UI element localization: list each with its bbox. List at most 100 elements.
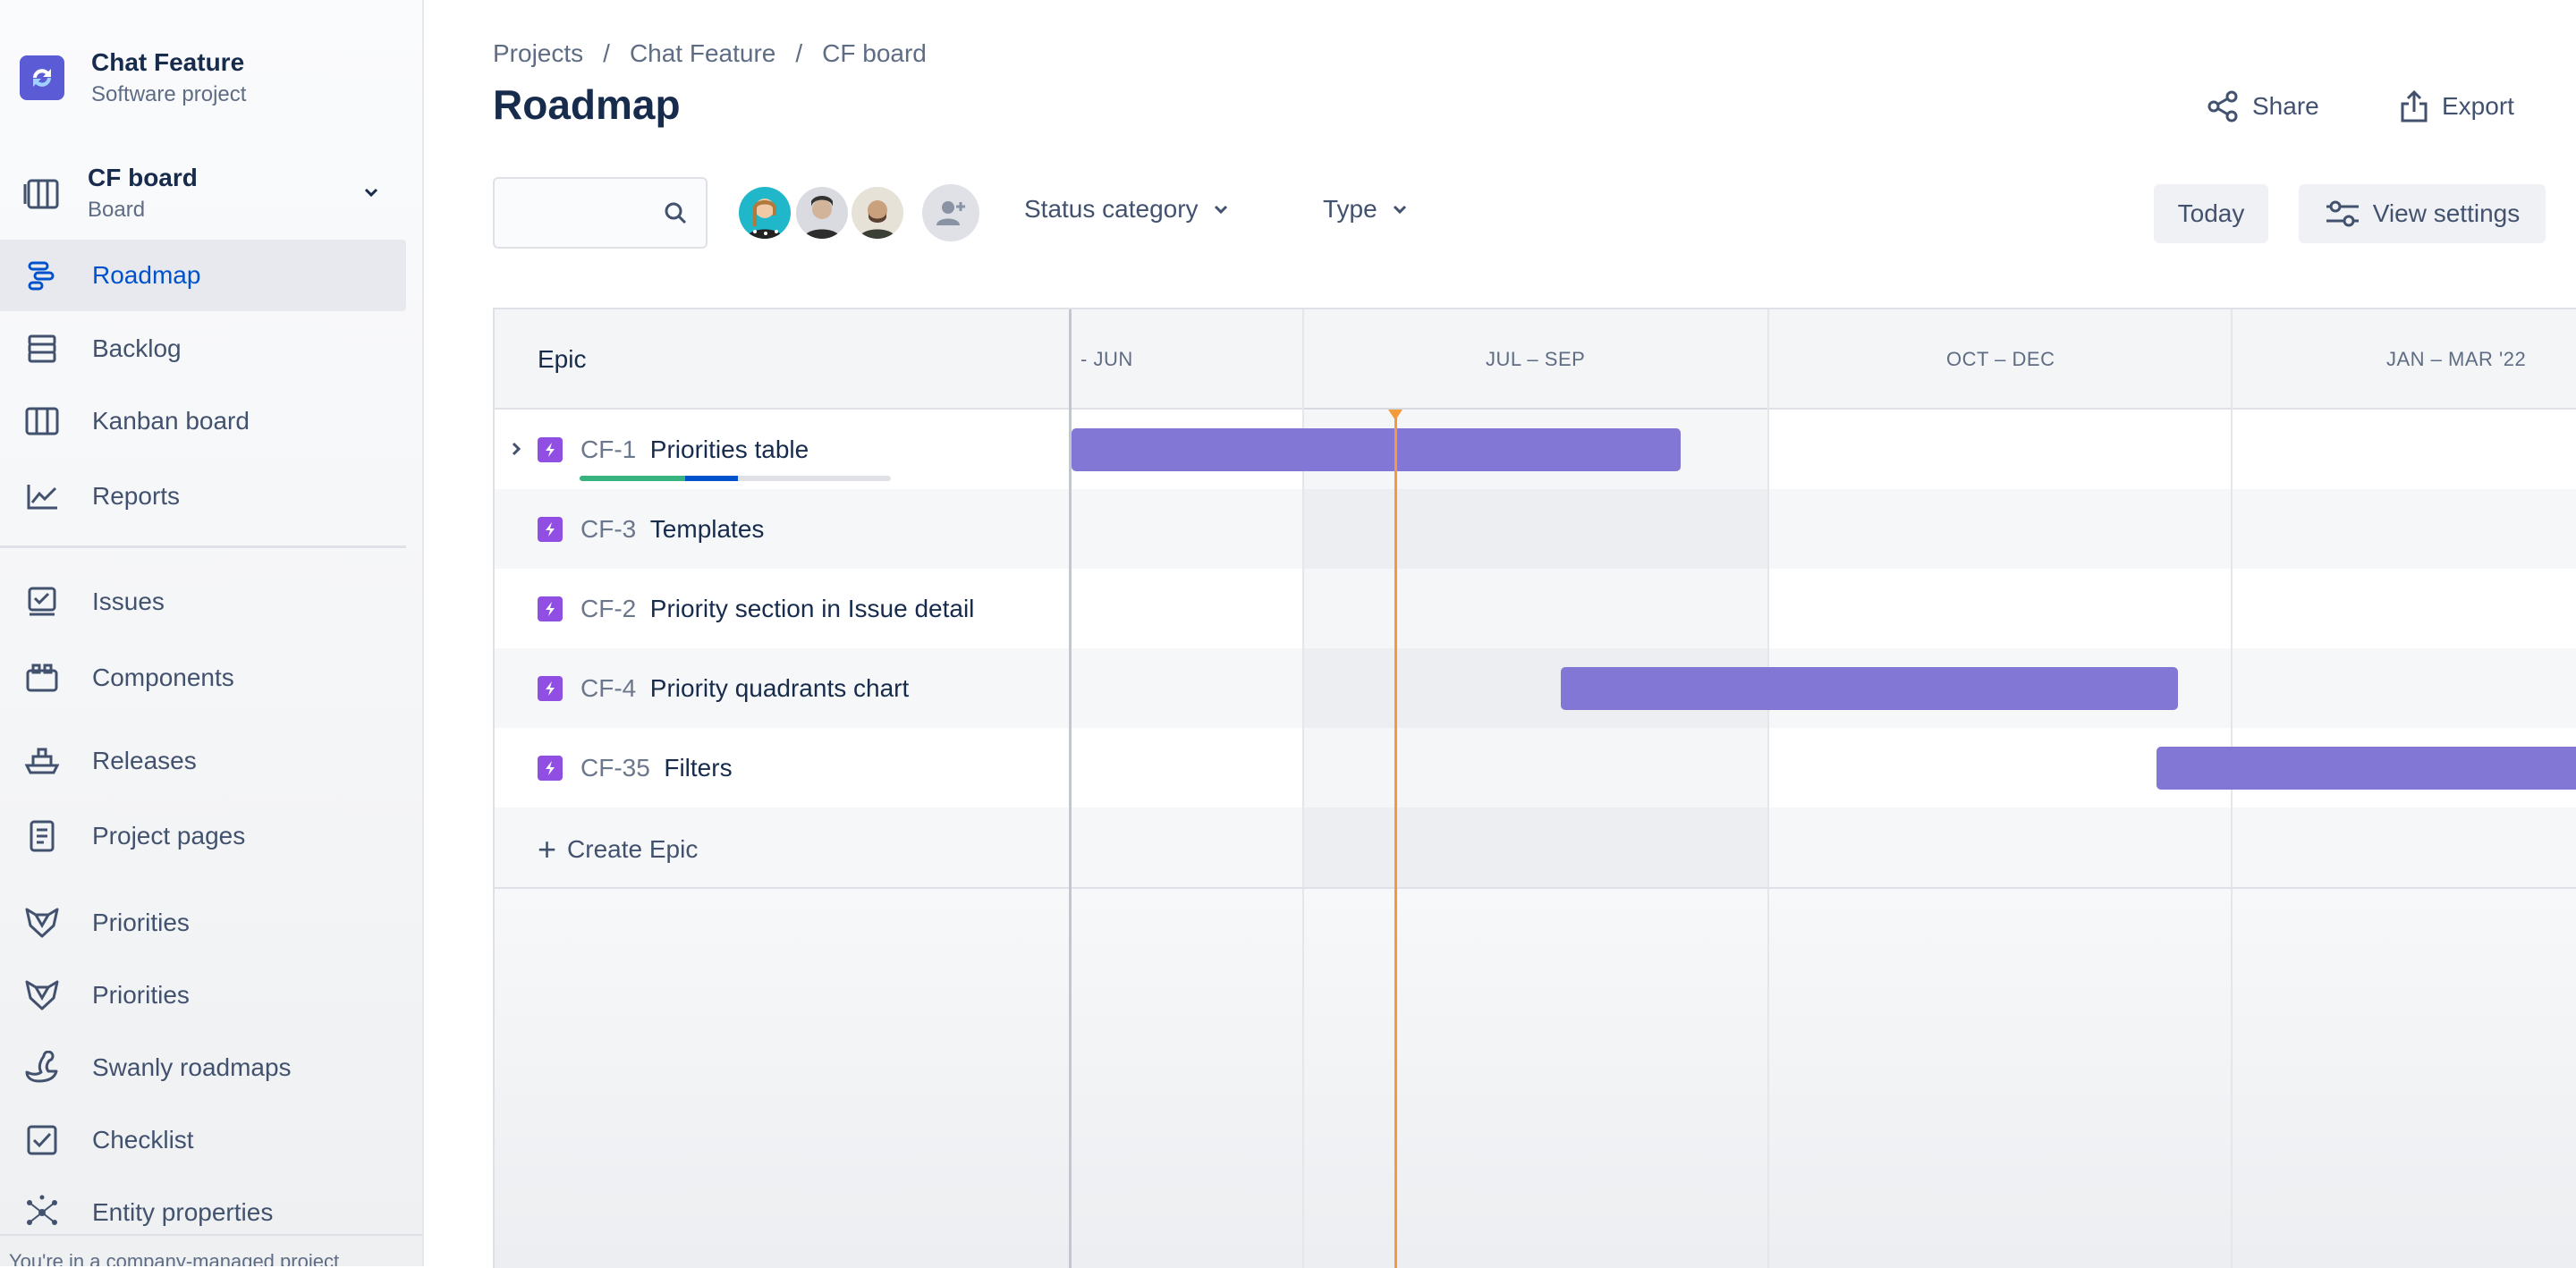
avatar[interactable] [849,184,906,241]
create-epic-button[interactable]: + Create Epic [538,831,698,868]
avatar[interactable] [793,184,851,241]
export-icon [2401,89,2428,123]
roadmap-icon [23,257,61,294]
share-button[interactable]: Share [2206,84,2319,129]
epic-key: CF-3 Templates [580,514,765,543]
sidebar-item-label: Swanly roadmaps [92,1053,292,1081]
chevron-down-icon [1393,205,1406,215]
period-label: JUL – SEP [1486,348,1586,370]
breadcrumb-projects[interactable]: Projects [493,39,583,68]
breadcrumb-separator: / [603,39,610,67]
board-name: CF board [88,164,198,191]
sidebar-divider [0,545,406,548]
sidebar-item-label: Reports [92,482,181,510]
epic-row-label: CF-4 Priority quadrants chart [495,648,1069,728]
epic-row[interactable]: CF-3 Templates [495,489,2576,569]
sidebar-item-label: Components [92,664,234,691]
reports-icon [23,478,61,515]
project-header[interactable]: Chat Feature Software project [20,48,246,107]
breadcrumb-separator: / [795,39,803,67]
board-icon [23,175,66,211]
today-label: Today [2177,199,2245,227]
epic-bar[interactable] [1561,667,2178,710]
checklist-icon [23,1121,61,1159]
sidebar-item-label: Backlog [92,334,182,362]
breadcrumb-project[interactable]: Chat Feature [630,39,775,68]
sidebar-item-priorities[interactable]: Priorities [0,887,406,959]
rows-divider [495,887,2576,889]
backlog-icon [23,330,61,368]
sidebar-item-kanban-board[interactable]: Kanban board [0,385,406,457]
status-category-label: Status category [1024,195,1199,223]
empty-area [495,889,2576,1268]
sidebar-item-swanly-roadmaps[interactable]: Swanly roadmaps [0,1032,406,1103]
sidebar-item-roadmap[interactable]: Roadmap [0,240,406,311]
epic-key: CF-35 Filters [580,753,733,782]
breadcrumb-board[interactable]: CF board [822,39,927,68]
sidebar-item-label: Kanban board [92,407,250,435]
epic-title: Templates [649,514,765,543]
sidebar-item-entity-properties[interactable]: Entity properties [0,1177,406,1248]
epic-bar[interactable] [2157,747,2576,790]
sidebar-item-project-pages[interactable]: Project pages [0,800,406,872]
search-box[interactable] [493,177,708,249]
epic-row[interactable]: CF-1 Priorities table [495,410,2576,489]
project-logo-icon [20,55,64,100]
add-people-button[interactable] [922,184,979,241]
epic-row-label: CF-35 Filters [495,728,1069,807]
sidebar-item-reports[interactable]: Reports [0,461,406,532]
sidebar-item-releases[interactable]: Releases [0,725,406,797]
project-mode-note: You're in a company-managed project [9,1250,340,1266]
type-filter[interactable]: Type [1323,195,1410,224]
avatar[interactable] [736,184,793,241]
share-label: Share [2252,92,2319,120]
epic-key: CF-1 Priorities table [580,435,809,463]
sidebar-item-issues[interactable]: Issues [0,566,406,638]
page-icon [23,817,61,855]
epic-row[interactable]: CF-2 Priority section in Issue detail [495,569,2576,648]
sidebar-item-backlog[interactable]: Backlog [0,313,406,385]
sidebar-item-label: Issues [92,588,165,615]
chevron-right-icon[interactable] [507,435,525,464]
export-label: Export [2442,92,2514,120]
sidebar-item-label: Entity properties [92,1198,274,1226]
type-label: Type [1323,195,1377,223]
chevron-down-icon[interactable] [361,182,381,207]
epic-icon [538,675,563,701]
epic-key: CF-4 Priority quadrants chart [580,673,910,702]
create-epic-label: Create Epic [567,835,699,863]
network-icon [23,1194,61,1231]
sidebar-item-checklist[interactable]: Checklist [0,1104,406,1176]
period-label: JAN – MAR '22 [2386,348,2527,370]
view-settings-label: View settings [2372,199,2521,227]
view-settings-button[interactable]: View settings [2299,184,2546,243]
project-type: Software project [91,82,247,106]
kanban-icon [23,402,61,440]
epic-row-label: CF-1 Priorities table [495,410,1069,489]
panel-splitter[interactable] [1069,309,1072,1268]
export-button[interactable]: Export [2399,84,2514,129]
issues-icon [23,583,61,621]
board-selector[interactable]: CF board Board [23,161,399,225]
epic-bar[interactable] [1072,428,1681,471]
sidebar-item-priorities-2[interactable]: Priorities [0,959,406,1031]
epic-row[interactable]: CF-35 Filters [495,728,2576,807]
plus-icon: + [538,831,557,867]
today-button[interactable]: Today [2154,184,2268,243]
sidebar-item-label: Roadmap [92,261,201,289]
sidebar-item-components[interactable]: Components [0,642,406,714]
status-category-filter[interactable]: Status category [1024,195,1231,224]
sidebar-item-label: Checklist [92,1126,194,1154]
epic-column-header: Epic [538,345,587,373]
sidebar-item-label: Releases [92,747,197,774]
search-icon [663,200,688,230]
sidebar-footer-divider [0,1234,422,1236]
epic-icon [538,436,563,462]
period-label: OCT – DEC [1946,348,2055,370]
epic-row[interactable]: CF-4 Priority quadrants chart [495,648,2576,728]
today-line [1394,410,1397,1268]
search-input[interactable] [495,179,670,249]
epic-icon [538,755,563,781]
epic-title: Filters [664,753,733,782]
add-user-icon [936,201,965,225]
